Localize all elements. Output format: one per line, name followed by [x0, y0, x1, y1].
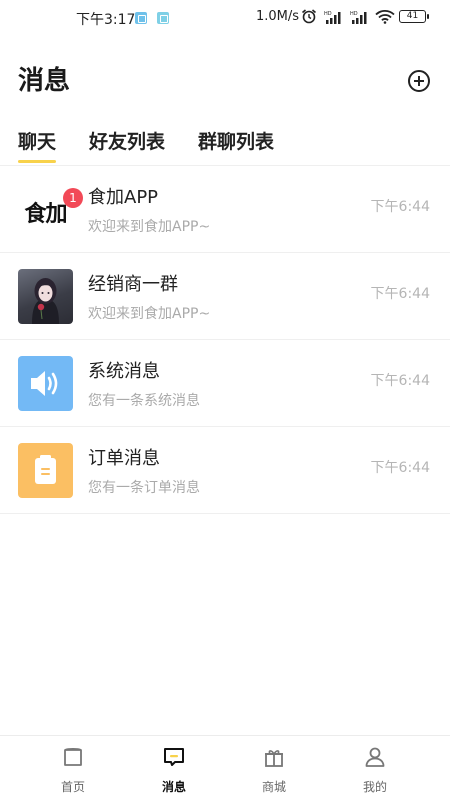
tab-bar: 聊天 好友列表 群聊列表 [0, 124, 450, 166]
svg-text:HD: HD [324, 11, 332, 17]
chat-preview: 您有一条系统消息 [88, 393, 200, 409]
nav-profile[interactable]: 我的 [330, 736, 420, 800]
chat-name: 经销商一群 [88, 274, 178, 295]
page-title: 消息 [18, 66, 71, 96]
chat-time: 下午6:44 [370, 286, 430, 302]
svg-text:HD: HD [350, 11, 358, 17]
chat-list: 食加 1 食加APP 欢迎来到食加APP~ 下午6:44 经销商一群 欢迎来到食… [0, 166, 450, 514]
user-icon [365, 747, 385, 767]
tab-friends[interactable]: 好友列表 [89, 127, 165, 154]
nav-label: 消息 [161, 780, 186, 794]
chat-preview: 欢迎来到食加APP~ [88, 306, 211, 322]
avatar [18, 269, 73, 324]
tab-groups[interactable]: 群聊列表 [198, 127, 274, 154]
clipboard-icon [35, 455, 56, 484]
tab-chat[interactable]: 聊天 [18, 127, 56, 154]
portrait-photo [32, 278, 59, 324]
chat-item-system[interactable]: 系统消息 您有一条系统消息 下午6:44 [0, 340, 450, 427]
app-notification-icon [157, 12, 169, 24]
hd-signal-icon: HD [324, 11, 341, 24]
chat-time: 下午6:44 [370, 373, 430, 389]
tab-indicator [18, 160, 56, 163]
chat-name: 食加APP [88, 187, 159, 208]
wifi-icon [375, 10, 395, 24]
message-icon [164, 748, 184, 766]
chat-name: 系统消息 [88, 361, 160, 382]
chat-preview: 欢迎来到食加APP~ [88, 219, 211, 235]
hd-signal-icon: HD [350, 11, 367, 24]
nav-mall[interactable]: 商城 [229, 736, 319, 800]
gift-icon [265, 750, 283, 767]
battery-icon: 41 [399, 10, 429, 23]
bottom-nav: 首页 消息 商城 我的 [0, 735, 450, 800]
alarm-icon [301, 9, 317, 24]
speaker-icon [31, 371, 58, 396]
chat-name: 订单消息 [88, 448, 160, 469]
status-bar: 下午3:17 1.0M/s HD HD 41 [0, 0, 450, 34]
status-time: 下午3:17 [76, 12, 136, 28]
app-notification-icon [135, 12, 147, 24]
avatar [18, 443, 73, 498]
chat-preview: 您有一条订单消息 [88, 480, 200, 496]
avatar [18, 356, 73, 411]
nav-label: 首页 [60, 780, 85, 794]
network-speed: 1.0M/s [256, 9, 300, 24]
home-icon [64, 747, 82, 766]
nav-label: 我的 [362, 780, 387, 794]
chat-item-app[interactable]: 食加 1 食加APP 欢迎来到食加APP~ 下午6:44 [0, 166, 450, 253]
unread-badge: 1 [63, 188, 83, 208]
chat-time: 下午6:44 [370, 460, 430, 476]
nav-label: 商城 [261, 780, 286, 794]
nav-messages[interactable]: 消息 [129, 736, 219, 800]
nav-home[interactable]: 首页 [28, 736, 118, 800]
plus-circle-icon[interactable] [407, 69, 431, 93]
chat-item-orders[interactable]: 订单消息 您有一条订单消息 下午6:44 [0, 427, 450, 514]
chat-time: 下午6:44 [370, 199, 430, 215]
chat-item-dealer-group[interactable]: 经销商一群 欢迎来到食加APP~ 下午6:44 [0, 253, 450, 340]
